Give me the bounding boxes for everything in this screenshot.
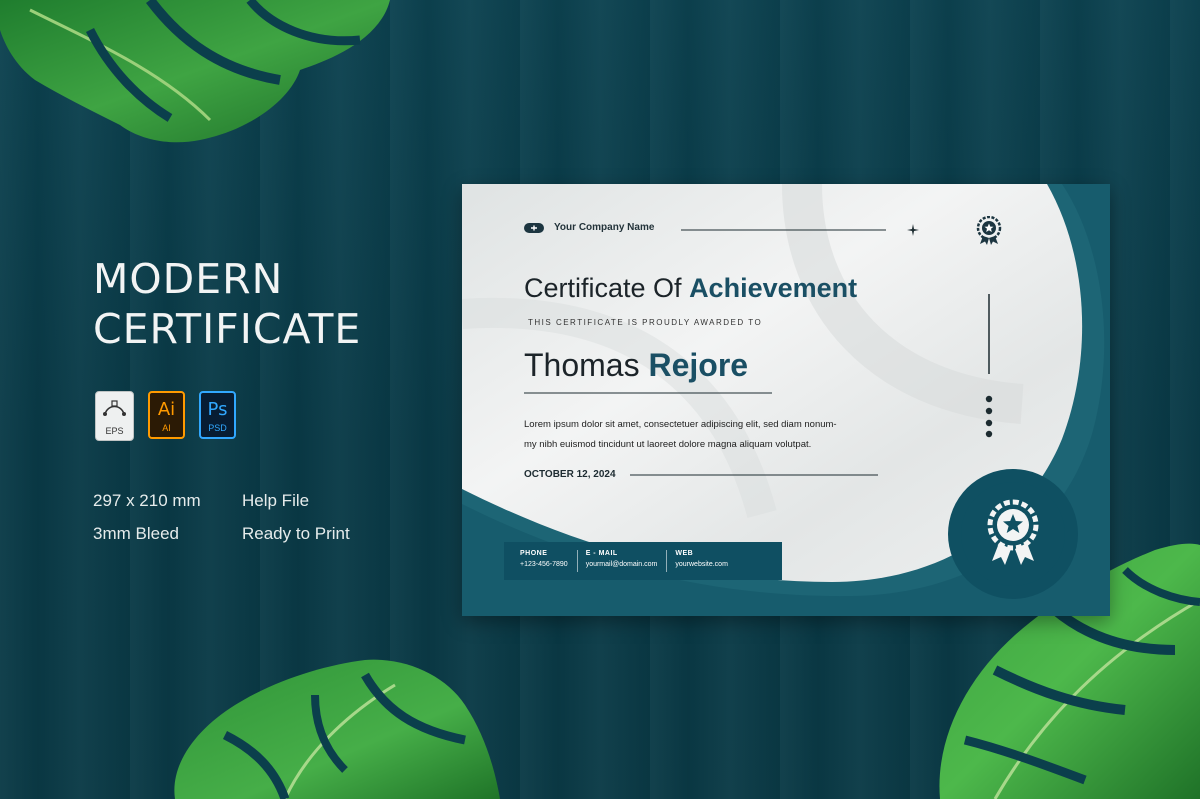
file-type-badges: EPS Ai AI Ps PSD [95, 391, 236, 441]
recipient-first-name: Thomas [524, 347, 640, 383]
monstera-leaf-top-left [0, 0, 390, 143]
certificate-title-part1: Certificate Of [524, 273, 682, 303]
certificate-date: OCTOBER 12, 2024 [524, 469, 616, 480]
promo-title-line1: MODERN [93, 255, 284, 303]
promo-title-line2: CERTIFICATE [93, 305, 362, 353]
spec-help-file: Help File [242, 491, 310, 510]
body-line-1: Lorem ipsum dolor sit amet, consectetuer… [524, 419, 837, 430]
body-line-2: my nibh euismod tincidunt ut laoreet dol… [524, 439, 812, 450]
spec-size: 297 x 210 mm [93, 491, 201, 510]
web-label: WEB [675, 550, 694, 557]
psd-file-badge: Ps PSD [199, 391, 236, 439]
email-label: E - MAIL [585, 550, 618, 557]
phone-value: +123-456-7890 [520, 561, 568, 568]
psd-label: PSD [208, 423, 227, 433]
email-value: yourmail@domain.com [585, 561, 658, 568]
certificate-title-part2: Achievement [689, 273, 858, 303]
recipient-last-name: Rejore [648, 347, 749, 383]
company-name: Your Company Name [554, 222, 655, 233]
awarded-line: THIS CERTIFICATE IS PROUDLY AWARDED TO [528, 318, 763, 327]
award-badge-icon [976, 216, 1002, 245]
contact-web: WEB yourwebsite.com [666, 550, 737, 572]
ai-file-badge: Ai AI [148, 391, 185, 439]
sparkle-icon [907, 224, 919, 236]
promo-title: MODERN CERTIFICATE [93, 254, 361, 354]
seal-ribbon-icon [987, 499, 1039, 565]
company-logo-icon [524, 223, 544, 233]
monstera-leaf-bottom-left [174, 659, 501, 799]
spec-bleed: 3mm Bleed [93, 524, 179, 543]
vector-pen-icon [103, 400, 126, 416]
phone-label: PHONE [520, 550, 548, 557]
ai-label: AI [162, 423, 171, 433]
eps-label: EPS [105, 426, 124, 436]
certificate-title: Certificate Of Achievement [524, 273, 857, 304]
spec-ready-to-print: Ready to Print [242, 524, 350, 543]
recipient-name: Thomas Rejore [524, 347, 748, 384]
contact-bar: PHONE +123-456-7890 E - MAIL yourmail@do… [504, 542, 782, 580]
eps-file-badge: EPS [95, 391, 134, 441]
certificate-card: Your Company Name Certificate Of Achieve… [462, 184, 1110, 616]
photoshop-icon: Ps [207, 399, 228, 420]
contact-email: E - MAIL yourmail@domain.com [576, 550, 667, 572]
web-value: yourwebsite.com [675, 561, 728, 568]
certificate-body: Lorem ipsum dolor sit amet, consectetuer… [524, 415, 837, 455]
contact-phone: PHONE +123-456-7890 [504, 542, 577, 580]
illustrator-icon: Ai [157, 399, 176, 420]
